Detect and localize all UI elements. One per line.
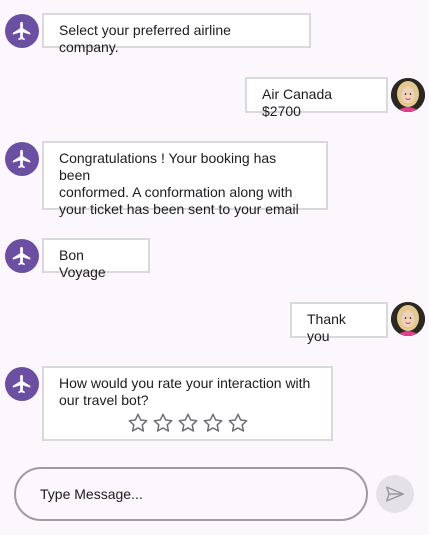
message-text: How would you rate your interaction with… <box>59 375 311 408</box>
bot-avatar <box>5 239 39 273</box>
message-text: Select your preferred airline company. <box>59 22 231 55</box>
bot-avatar <box>5 14 39 48</box>
user-avatar <box>391 302 425 336</box>
bot-message: Congratulations ! Your booking has been … <box>42 141 328 217</box>
send-button[interactable] <box>376 475 414 513</box>
user-message: Thank you <box>290 302 388 344</box>
airplane-icon <box>12 21 31 41</box>
send-icon <box>386 486 404 502</box>
bot-avatar <box>5 142 39 176</box>
star-outline-icon[interactable] <box>152 412 174 434</box>
message-composer <box>14 467 368 521</box>
message-text: Air Canada $2700 <box>262 86 333 119</box>
star-outline-icon[interactable] <box>202 412 224 434</box>
bot-message-rating: How would you rate your interaction with… <box>42 366 333 441</box>
star-outline-icon[interactable] <box>227 412 249 434</box>
user-message: Air Canada $2700 <box>245 77 388 119</box>
message-text: Thank you <box>307 311 346 344</box>
bot-avatar <box>5 367 39 401</box>
message-text: Congratulations ! Your booking has been … <box>59 150 299 217</box>
airplane-icon <box>12 246 31 266</box>
airplane-icon <box>12 149 31 169</box>
star-outline-icon[interactable] <box>177 412 199 434</box>
star-rating[interactable] <box>59 412 316 434</box>
user-avatar <box>391 78 425 112</box>
star-outline-icon[interactable] <box>127 412 149 434</box>
message-input[interactable] <box>40 469 340 519</box>
airplane-icon <box>12 374 31 394</box>
bot-message: Select your preferred airline company. <box>42 13 311 55</box>
bot-message: Bon Voyage <box>42 238 150 280</box>
message-text: Bon Voyage <box>59 247 106 280</box>
